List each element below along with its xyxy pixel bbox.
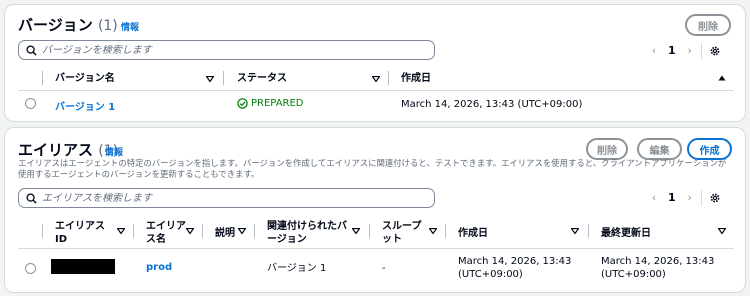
created-date: March 14, 2026, 13:43 (UTC+09:00) — [401, 99, 583, 110]
col-header-alias-name[interactable]: エイリア ス名 — [146, 220, 186, 246]
column-separator — [388, 71, 389, 85]
column-separator — [445, 224, 446, 238]
aliases-create-button[interactable]: 作成 — [687, 138, 732, 160]
header-divider — [18, 248, 734, 249]
column-separator — [202, 224, 203, 238]
versions-info-link[interactable]: 情報 — [121, 20, 139, 33]
updated-date: March 14, 2026, 13:43 (UTC+09:00) — [601, 256, 715, 280]
versions-delete-button[interactable]: 削除 — [685, 14, 731, 36]
versions-count: (1) — [97, 18, 118, 34]
sort-icon[interactable] — [429, 228, 437, 234]
linked-version: バージョン 1 — [267, 263, 327, 274]
col-header-updated[interactable]: 最終更新日 — [601, 227, 651, 240]
next-page-icon[interactable]: › — [684, 44, 696, 57]
aliases-title: エイリアス (1) — [18, 139, 118, 160]
versions-title-text: バージョン — [18, 16, 93, 34]
redacted-alias-id — [51, 259, 115, 274]
col-header-description[interactable]: 説明 — [215, 227, 235, 240]
col-header-throughput[interactable]: スループ ット — [382, 220, 421, 246]
prev-page-icon[interactable]: ‹ — [648, 44, 660, 57]
aliases-title-text: エイリアス — [18, 141, 94, 159]
status-badge: PREPARED — [237, 98, 304, 109]
column-separator — [369, 224, 370, 238]
divider — [701, 190, 702, 206]
current-page[interactable]: 1 — [668, 44, 676, 57]
current-page[interactable]: 1 — [668, 191, 676, 204]
sort-icon[interactable] — [571, 228, 579, 234]
col-header-created[interactable]: 作成日 — [401, 72, 431, 85]
sort-icon[interactable] — [718, 228, 726, 234]
sort-icon[interactable] — [186, 228, 194, 234]
sort-icon[interactable] — [117, 228, 125, 234]
success-check-icon — [237, 98, 248, 109]
created-date: March 14, 2026, 13:43 (UTC+09:00) — [458, 256, 572, 280]
version-name-link[interactable]: バージョン 1 — [55, 98, 115, 113]
aliases-search-input[interactable] — [18, 188, 435, 208]
column-separator — [254, 224, 255, 238]
alias-name-link[interactable]: prod — [146, 262, 172, 273]
prev-page-icon[interactable]: ‹ — [648, 191, 660, 204]
versions-panel: バージョン (1) 情報 削除 ‹ 1 › バージョン名 ステータス 作成日 バ… — [4, 4, 746, 122]
column-separator — [42, 71, 43, 85]
versions-search-field[interactable] — [42, 44, 416, 56]
aliases-delete-button[interactable]: 削除 — [586, 138, 628, 160]
sort-icon[interactable] — [352, 228, 360, 234]
col-header-version-name[interactable]: バージョン名 — [55, 72, 115, 85]
divider — [701, 43, 702, 59]
row-select-radio[interactable] — [25, 98, 36, 109]
aliases-description: エイリアスはエージェントの特定のバージョンを指します。バージョンを作成してエイリ… — [18, 158, 727, 179]
settings-gear-icon[interactable] — [709, 192, 721, 204]
column-separator — [42, 224, 43, 238]
col-header-linked-version[interactable]: 関連付けられたバ ージョン — [267, 220, 347, 246]
status-text: PREPARED — [251, 98, 304, 109]
aliases-edit-button[interactable]: 編集 — [637, 138, 682, 160]
aliases-search-field[interactable] — [42, 192, 416, 204]
col-header-status[interactable]: ステータス — [237, 72, 287, 85]
settings-gear-icon[interactable] — [709, 45, 721, 57]
aliases-pagination: ‹ 1 › — [648, 191, 696, 204]
versions-title: バージョン (1) — [18, 14, 118, 35]
column-separator — [223, 71, 224, 85]
next-page-icon[interactable]: › — [684, 191, 696, 204]
search-icon — [26, 44, 37, 56]
throughput-value: - — [382, 263, 386, 274]
col-header-alias-id[interactable]: エイリアス ID — [55, 220, 105, 246]
column-separator — [133, 224, 134, 238]
row-select-radio[interactable] — [25, 263, 36, 274]
versions-pagination: ‹ 1 › — [648, 44, 696, 57]
sort-icon[interactable] — [238, 228, 246, 234]
col-header-created[interactable]: 作成日 — [458, 227, 488, 240]
aliases-info-link[interactable]: 情報 — [105, 145, 123, 158]
column-separator — [588, 224, 589, 238]
aliases-panel: エイリアス (1) 情報 削除 編集 作成 エイリアスはエージェントの特定のバー… — [4, 127, 746, 293]
sort-ascending-icon[interactable] — [718, 75, 726, 81]
header-divider — [18, 90, 734, 91]
sort-icon[interactable] — [206, 76, 214, 82]
search-icon — [26, 192, 37, 204]
versions-search-input[interactable] — [18, 40, 435, 60]
sort-icon[interactable] — [372, 76, 380, 82]
